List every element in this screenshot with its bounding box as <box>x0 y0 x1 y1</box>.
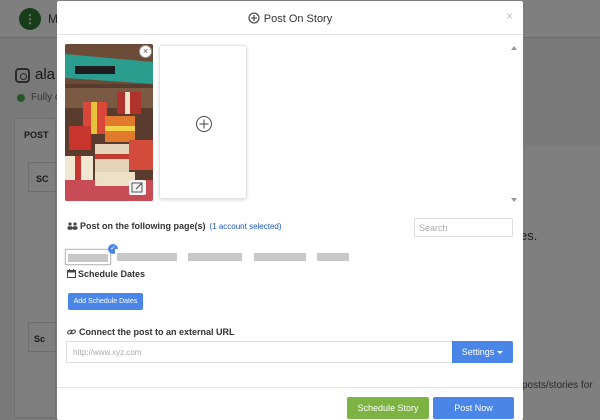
edit-icon[interactable] <box>129 180 146 195</box>
account-chip[interactable] <box>186 249 244 265</box>
scroll-down-icon[interactable] <box>511 198 517 202</box>
post-now-button[interactable]: Post Now <box>433 397 514 419</box>
modal-title: Post On Story <box>263 13 333 25</box>
media-thumbnail[interactable]: × <box>65 44 153 201</box>
settings-dropdown-button[interactable]: Settings <box>452 341 513 363</box>
schedule-section-label: Schedule Dates <box>67 269 145 279</box>
url-label-text: Connect the post to an external URL <box>79 327 235 337</box>
account-chip[interactable] <box>115 249 181 265</box>
modal-header: Post On Story × <box>57 1 523 35</box>
plus-circle-icon <box>248 12 260 24</box>
footer-divider <box>57 387 523 388</box>
close-icon[interactable]: × <box>506 9 513 23</box>
users-icon <box>67 222 78 230</box>
scroll-up-icon[interactable] <box>511 46 517 50</box>
external-url-label: Connect the post to an external URL <box>67 327 235 337</box>
settings-label: Settings <box>461 347 495 357</box>
media-area: × <box>65 44 517 208</box>
account-search-input[interactable] <box>414 218 513 237</box>
remove-media-button[interactable]: × <box>139 45 152 58</box>
gift-boxes-image <box>65 44 153 201</box>
schedule-label-text: Schedule Dates <box>78 269 146 279</box>
link-icon <box>67 329 76 335</box>
pages-label-text: Post on the following page(s) <box>80 221 206 231</box>
schedule-story-button[interactable]: Schedule Story <box>347 397 429 419</box>
account-chip[interactable] <box>315 249 351 265</box>
external-url-input[interactable] <box>66 341 452 363</box>
add-media-button[interactable] <box>159 45 247 199</box>
pages-section-label: Post on the following page(s) (1 account … <box>67 221 282 231</box>
plus-circle-icon <box>196 116 212 132</box>
media-scrollbar[interactable] <box>511 44 517 206</box>
caret-down-icon <box>497 351 504 354</box>
calendar-icon <box>67 269 76 278</box>
account-chip[interactable] <box>252 249 308 265</box>
post-on-story-modal: Post On Story × × Post on the following … <box>57 1 523 420</box>
add-schedule-dates-button[interactable]: Add Schedule Dates <box>68 293 143 310</box>
account-chip-selected[interactable]: ✓ <box>65 244 118 265</box>
selected-count: (1 account selected) <box>209 222 282 231</box>
